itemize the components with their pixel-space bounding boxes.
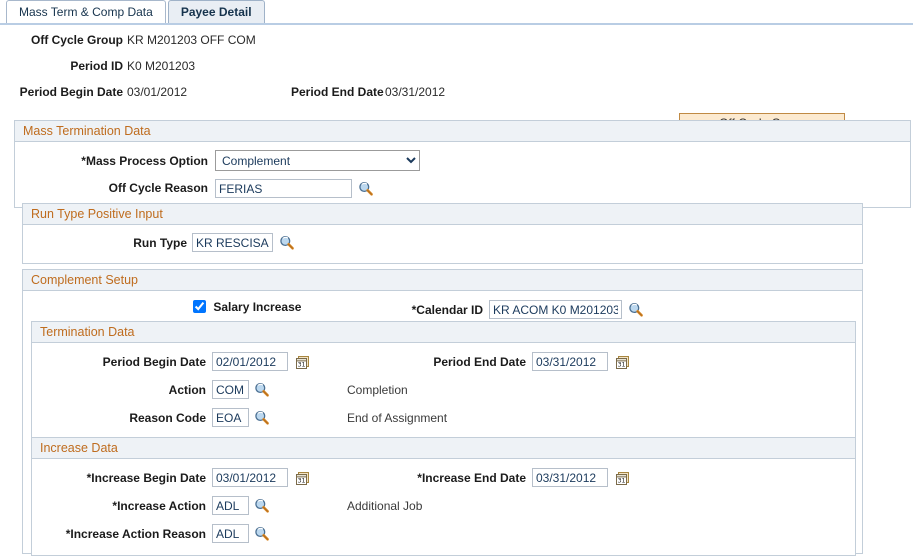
increase-begin-date-label: *Increase Begin Date xyxy=(86,471,206,485)
svg-text:31: 31 xyxy=(298,477,306,484)
increase-action-label: *Increase Action xyxy=(112,499,206,513)
increase-action-control xyxy=(212,496,270,515)
off-cycle-group-value: KR M201203 OFF COM xyxy=(127,33,256,47)
period-end-date-value: 03/31/2012 xyxy=(385,85,446,99)
increase-action-reason-lookup-icon[interactable] xyxy=(254,526,270,542)
increase-begin-date-input[interactable] xyxy=(212,468,288,487)
increase-data-body: *Increase Begin Date 31 *Increase End Da… xyxy=(32,459,855,555)
increase-action-reason-control xyxy=(212,524,270,543)
calendar-id-lookup-icon[interactable] xyxy=(628,302,644,318)
period-id-value: K0 M201203 xyxy=(127,59,196,73)
termination-action-control xyxy=(212,380,270,399)
run-type-positive-input-panel: Run Type Positive Input Run Type xyxy=(22,203,863,264)
row-termination-action: Action Completion xyxy=(32,377,855,405)
mass-termination-data-body: *Mass Process Option Complement Off Cycl… xyxy=(15,142,910,207)
header-row-off-cycle-group: Off Cycle Group KR M201203 OFF COM xyxy=(0,33,921,59)
termination-period-begin-label: Period Begin Date xyxy=(102,355,206,369)
termination-reason-code-description: End of Assignment xyxy=(347,411,448,425)
mass-process-option-label: *Mass Process Option xyxy=(81,154,208,168)
termination-data-title: Termination Data xyxy=(32,322,855,343)
run-type-lookup-icon[interactable] xyxy=(279,235,295,251)
row-increase-action: *Increase Action Additional Job xyxy=(32,493,855,521)
termination-period-end-control: 31 xyxy=(532,352,630,371)
salary-increase-control: Salary Increase xyxy=(193,300,301,314)
increase-end-date-control: 31 xyxy=(532,468,630,487)
complement-setup-panel: Complement Setup Salary Increase *Calend… xyxy=(22,269,863,556)
termination-reason-code-control xyxy=(212,408,270,427)
off-cycle-reason-control xyxy=(215,179,374,198)
termination-reason-code-label: Reason Code xyxy=(129,411,206,425)
termination-period-end-calendar-icon[interactable]: 31 xyxy=(615,355,630,370)
mass-termination-data-title: Mass Termination Data xyxy=(15,121,910,142)
run-type-label: Run Type xyxy=(133,236,187,250)
row-increase-action-reason: *Increase Action Reason xyxy=(32,521,855,547)
termination-period-begin-input[interactable] xyxy=(212,352,288,371)
row-off-cycle-reason: Off Cycle Reason xyxy=(15,176,910,203)
svg-text:31: 31 xyxy=(618,477,626,484)
complement-setup-title: Complement Setup xyxy=(23,270,862,291)
row-termination-period-dates: Period Begin Date 31 Period End Date 31 xyxy=(32,349,855,377)
salary-increase-checkbox[interactable] xyxy=(193,300,206,313)
svg-text:31: 31 xyxy=(298,361,306,368)
calendar-id-label: *Calendar ID xyxy=(411,303,483,317)
tab-payee-detail[interactable]: Payee Detail xyxy=(167,0,265,23)
increase-data-title: Increase Data xyxy=(32,438,855,459)
termination-period-begin-control: 31 xyxy=(212,352,310,371)
header-row-period-id: Period ID K0 M201203 xyxy=(0,59,921,85)
period-id-label: Period ID xyxy=(70,59,123,73)
calendar-id-control xyxy=(489,300,644,319)
row-salary-increase-calendar: Salary Increase *Calendar ID xyxy=(23,297,862,323)
mass-process-option-control: Complement xyxy=(215,150,420,171)
increase-action-reason-label: *Increase Action Reason xyxy=(65,527,206,541)
increase-data-panel: Increase Data *Increase Begin Date 31 *I… xyxy=(31,437,856,556)
termination-action-description: Completion xyxy=(347,383,408,397)
page-header: Off Cycle Group KR M201203 OFF COM Perio… xyxy=(0,25,921,133)
run-type-control xyxy=(192,233,295,252)
termination-action-label: Action xyxy=(168,383,206,397)
termination-period-end-input[interactable] xyxy=(532,352,608,371)
mass-process-option-select[interactable]: Complement xyxy=(215,150,420,171)
increase-action-input[interactable] xyxy=(212,496,249,515)
off-cycle-reason-input[interactable] xyxy=(215,179,352,198)
off-cycle-reason-lookup-icon[interactable] xyxy=(358,181,374,197)
increase-begin-date-calendar-icon[interactable]: 31 xyxy=(295,471,310,486)
termination-data-body: Period Begin Date 31 Period End Date 31 … xyxy=(32,343,855,439)
termination-period-end-label: Period End Date xyxy=(433,355,526,369)
calendar-id-input[interactable] xyxy=(489,300,622,319)
termination-data-panel: Termination Data Period Begin Date 31 Pe… xyxy=(31,321,856,440)
salary-increase-label: Salary Increase xyxy=(213,300,302,314)
run-type-positive-input-title: Run Type Positive Input xyxy=(23,204,862,225)
increase-end-date-label: *Increase End Date xyxy=(417,471,526,485)
termination-reason-code-input[interactable] xyxy=(212,408,249,427)
period-begin-date-value: 03/01/2012 xyxy=(127,85,188,99)
mass-termination-data-panel: Mass Termination Data *Mass Process Opti… xyxy=(14,120,911,208)
tab-strip: Mass Term & Comp Data Payee Detail xyxy=(0,0,921,25)
off-cycle-group-label: Off Cycle Group xyxy=(30,33,123,47)
increase-end-date-calendar-icon[interactable]: 31 xyxy=(615,471,630,486)
row-mass-process-option: *Mass Process Option Complement xyxy=(15,148,910,176)
complement-setup-body: Salary Increase *Calendar ID Termination… xyxy=(23,291,862,556)
run-type-positive-input-body: Run Type xyxy=(23,225,862,263)
header-row-period-dates: Period Begin Date 03/01/2012 Period End … xyxy=(0,85,921,111)
off-cycle-reason-label: Off Cycle Reason xyxy=(108,181,208,195)
increase-begin-date-control: 31 xyxy=(212,468,310,487)
increase-action-lookup-icon[interactable] xyxy=(254,498,270,514)
row-termination-reason-code: Reason Code End of Assignment xyxy=(32,405,855,431)
increase-action-reason-input[interactable] xyxy=(212,524,249,543)
termination-action-input[interactable] xyxy=(212,380,249,399)
svg-text:31: 31 xyxy=(618,361,626,368)
period-end-date-label: Period End Date xyxy=(291,85,384,99)
row-increase-dates: *Increase Begin Date 31 *Increase End Da… xyxy=(32,465,855,493)
row-run-type: Run Type xyxy=(23,231,862,256)
termination-period-begin-calendar-icon[interactable]: 31 xyxy=(295,355,310,370)
run-type-input[interactable] xyxy=(192,233,273,252)
tab-mass-term-comp-data[interactable]: Mass Term & Comp Data xyxy=(6,0,166,23)
increase-end-date-input[interactable] xyxy=(532,468,608,487)
increase-action-description: Additional Job xyxy=(347,499,423,513)
termination-reason-code-lookup-icon[interactable] xyxy=(254,410,270,426)
period-begin-date-label: Period Begin Date xyxy=(19,85,123,99)
termination-action-lookup-icon[interactable] xyxy=(254,382,270,398)
